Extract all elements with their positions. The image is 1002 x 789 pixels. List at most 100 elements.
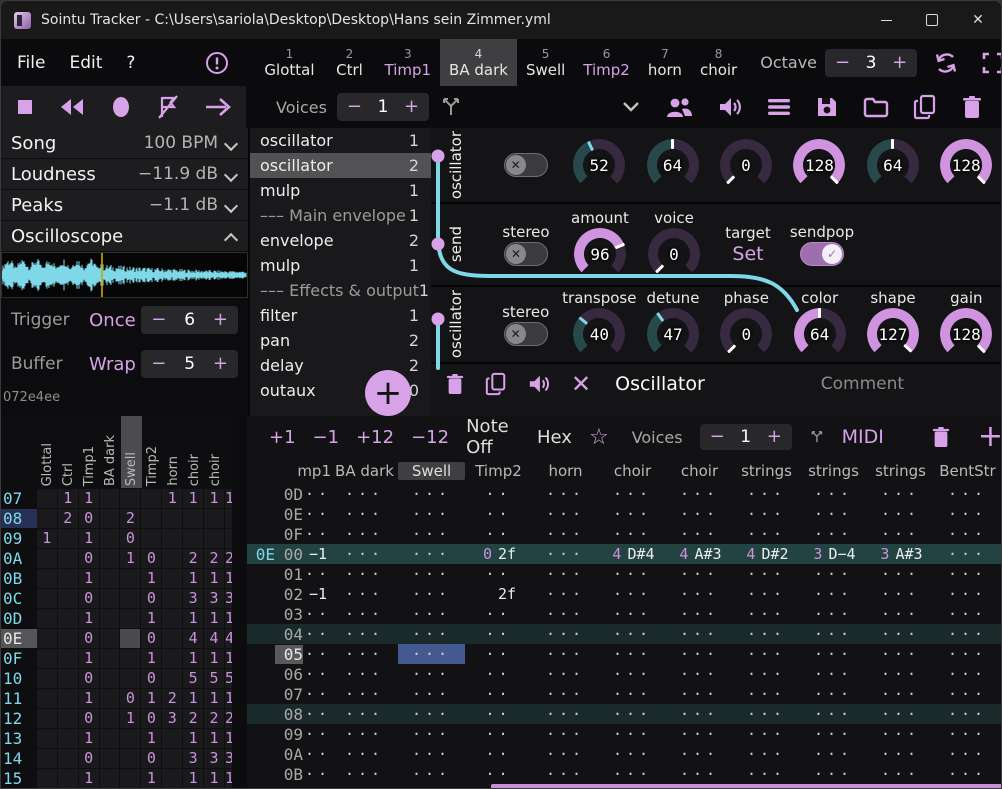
unit-list-item[interactable]: delay2 xyxy=(250,353,431,378)
play-button[interactable] xyxy=(204,96,232,118)
order-cell[interactable]: 5 xyxy=(204,669,224,688)
pattern-cell[interactable]: ·· xyxy=(305,524,331,544)
order-cell[interactable] xyxy=(58,529,78,548)
order-cell[interactable] xyxy=(100,529,120,548)
pattern-cell[interactable]: 4D#2 xyxy=(733,544,800,564)
unit-list-item[interactable]: ––– Main envelope1 xyxy=(250,203,431,228)
pattern-cell[interactable]: ··· xyxy=(800,504,867,524)
order-cell[interactable]: 0 xyxy=(79,509,99,528)
pattern-cell[interactable]: ··· xyxy=(867,504,934,524)
pattern-cell[interactable]: ··· xyxy=(331,564,398,584)
pattern-cell[interactable]: ··· xyxy=(733,604,800,624)
order-cell[interactable] xyxy=(58,709,78,728)
peaks-row[interactable]: Peaks −1.1 dB xyxy=(1,190,248,220)
midi-button[interactable]: MIDI xyxy=(842,426,884,448)
order-column-header-horn[interactable]: horn xyxy=(163,416,184,488)
star-icon[interactable]: ☆ xyxy=(589,425,609,450)
order-cell[interactable]: 5 xyxy=(183,669,203,688)
order-cell[interactable] xyxy=(58,649,78,668)
pattern-cell[interactable]: ··· xyxy=(532,504,599,524)
instrument-tab-1[interactable]: 1Glottal xyxy=(255,39,323,86)
order-cell[interactable]: 1 xyxy=(79,729,99,748)
pattern-cell[interactable]: ··· xyxy=(800,744,867,764)
order-cell[interactable]: 0 xyxy=(141,709,161,728)
delete-track-button[interactable] xyxy=(931,426,951,448)
instrument-tab-2[interactable]: 2Ctrl xyxy=(324,39,376,86)
pattern-cell[interactable]: ··· xyxy=(331,484,398,504)
track-header-horn[interactable]: horn xyxy=(532,462,599,480)
pattern-cell[interactable]: ··· xyxy=(934,724,1001,744)
pattern-cell[interactable]: ··· xyxy=(867,744,934,764)
pattern-cell[interactable]: ··· xyxy=(800,684,867,704)
pattern-cell[interactable]: ·· xyxy=(465,564,532,584)
pattern-cell[interactable]: ··· xyxy=(934,744,1001,764)
order-cell[interactable] xyxy=(120,589,140,608)
pattern-cell[interactable]: ··· xyxy=(934,704,1001,724)
order-cell[interactable]: 1 xyxy=(183,569,203,588)
pattern-cell[interactable]: ··· xyxy=(934,504,1001,524)
pattern-cell[interactable]: ·· xyxy=(305,604,331,624)
pattern-cell[interactable]: ·· xyxy=(305,664,331,684)
order-cell[interactable]: 1 xyxy=(79,609,99,628)
pattern-cell[interactable]: ··· xyxy=(398,484,465,504)
order-cell[interactable] xyxy=(162,529,182,548)
order-cell[interactable]: 1 xyxy=(183,489,203,508)
order-cell[interactable]: 1 xyxy=(204,609,224,628)
pattern-cell[interactable]: ··· xyxy=(398,644,465,664)
order-cell[interactable]: 0 xyxy=(120,529,140,548)
knob-amount[interactable]: 96 xyxy=(574,228,626,280)
order-cell[interactable] xyxy=(100,589,120,608)
pattern-cell[interactable]: ·· xyxy=(465,524,532,544)
order-cell[interactable] xyxy=(162,549,182,568)
order-cell[interactable] xyxy=(58,589,78,608)
pattern-cell[interactable]: ··· xyxy=(934,564,1001,584)
pattern-cell[interactable]: ··· xyxy=(398,704,465,724)
pattern-cell[interactable]: ··· xyxy=(532,564,599,584)
stereo-toggle[interactable]: ✕ xyxy=(504,322,548,346)
order-cell[interactable] xyxy=(183,529,203,548)
knob-shape[interactable]: 127 xyxy=(867,308,919,360)
pattern-cell[interactable]: ··· xyxy=(800,704,867,724)
order-cell[interactable] xyxy=(100,609,120,628)
pattern-cell[interactable]: ··· xyxy=(532,744,599,764)
pattern-cell[interactable]: ··· xyxy=(331,584,398,604)
stereo-toggle[interactable]: ✕ xyxy=(504,242,548,266)
unit-list-item[interactable]: oscillator1 xyxy=(250,128,431,153)
menu-item-edit[interactable]: Edit xyxy=(57,53,114,73)
pattern-cell[interactable]: ··· xyxy=(331,644,398,664)
order-cell[interactable] xyxy=(162,609,182,628)
order-cell[interactable] xyxy=(225,529,232,548)
pattern-cell[interactable]: ··· xyxy=(599,604,666,624)
order-cell[interactable] xyxy=(120,649,140,668)
order-cell[interactable]: 1 xyxy=(79,569,99,588)
pattern-cell[interactable]: ··· xyxy=(867,664,934,684)
menu-item-help[interactable]: ? xyxy=(114,53,147,73)
track-header-strings[interactable]: strings xyxy=(733,462,800,480)
knob-param[interactable]: 64 xyxy=(867,139,919,191)
pattern-cell[interactable]: ··· xyxy=(867,704,934,724)
order-cell[interactable] xyxy=(100,629,120,648)
pattern-cell[interactable]: ··· xyxy=(733,564,800,584)
pattern-cell[interactable]: 3A#3 xyxy=(867,544,934,564)
rewind-button[interactable] xyxy=(58,97,86,117)
pattern-cell[interactable]: ··· xyxy=(532,684,599,704)
order-row-label[interactable]: 09 xyxy=(1,529,37,548)
order-cell[interactable] xyxy=(58,549,78,568)
pattern-cell[interactable]: ·· xyxy=(465,764,532,784)
pattern-cell[interactable]: ··· xyxy=(398,624,465,644)
pattern-cell[interactable]: ··· xyxy=(934,684,1001,704)
order-cell[interactable]: 1 xyxy=(183,729,203,748)
order-cell[interactable]: 1 xyxy=(183,689,203,708)
order-cell[interactable]: 1 xyxy=(204,769,224,788)
order-cell[interactable] xyxy=(37,489,57,508)
order-cell[interactable]: 1 xyxy=(79,689,99,708)
order-cell[interactable]: 1 xyxy=(79,769,99,788)
pattern-cell[interactable]: ·· xyxy=(465,744,532,764)
order-cell[interactable] xyxy=(58,609,78,628)
order-cell[interactable] xyxy=(100,509,120,528)
pattern-cell[interactable]: ··· xyxy=(599,564,666,584)
order-cell[interactable]: 1 xyxy=(79,649,99,668)
pattern-cell[interactable]: ··· xyxy=(733,704,800,724)
order-row-label[interactable]: 08 xyxy=(1,509,37,528)
pattern-cell[interactable]: ··· xyxy=(532,704,599,724)
